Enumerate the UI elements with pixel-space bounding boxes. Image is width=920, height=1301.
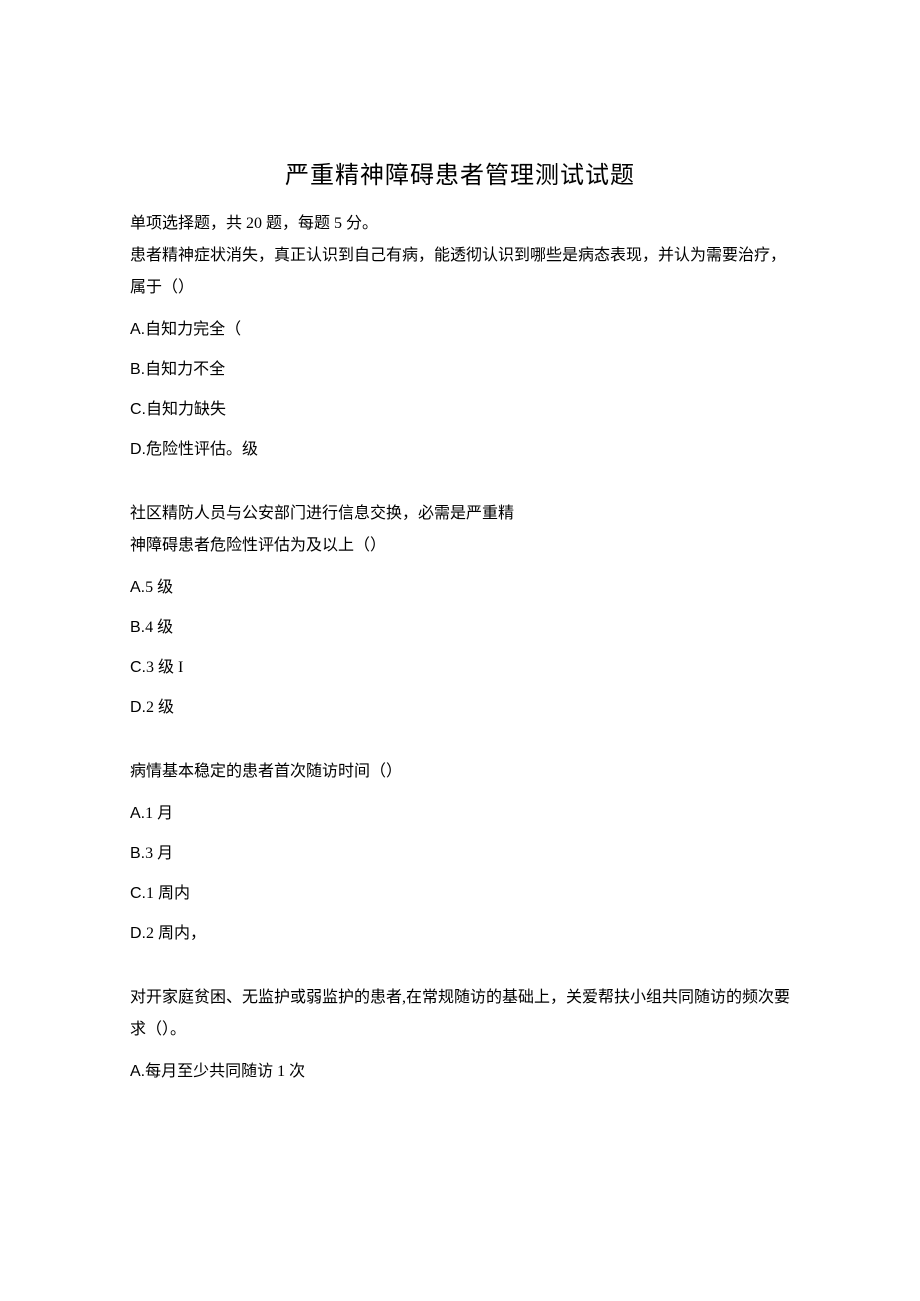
option-text: 1 周内	[146, 885, 190, 902]
options-list: A.自知力完全（ B.自知力不全 C.自知力缺失 D.危险性评估。级	[130, 310, 790, 470]
option-label: B.	[130, 361, 145, 378]
option-c: C.1 周内	[130, 874, 790, 914]
option-label: A.	[130, 579, 145, 596]
question-text-line: 社区精防人员与公安部门进行信息交换，必需是严重精	[130, 498, 790, 530]
question-3: 病情基本稳定的患者首次随访时间（） A.1 月 B.3 月 C.1 周内 D.2…	[130, 756, 790, 954]
question-4: 对开家庭贫困、无监护或弱监护的患者,在常规随访的基础上，关爱帮扶小组共同随访的频…	[130, 982, 790, 1092]
option-text: 1 月	[145, 805, 173, 822]
option-a: A.每月至少共同随访 1 次	[130, 1052, 790, 1092]
question-1: 患者精神症状消失，真正认识到自己有病，能透彻认识到哪些是病态表现，并认为需要治疗…	[130, 240, 790, 470]
option-d: D.危险性评估。级	[130, 430, 790, 470]
option-label: D.	[130, 925, 146, 942]
option-b: B.4 级	[130, 608, 790, 648]
option-label: D.	[130, 441, 146, 458]
option-text: 5 级	[145, 579, 173, 596]
option-b: B.3 月	[130, 834, 790, 874]
question-text-line: 神障碍患者危险性评估为及以上（）	[130, 530, 790, 562]
option-label: A.	[130, 321, 145, 338]
option-text: 危险性评估。级	[146, 441, 258, 458]
option-text: 2 周内，	[146, 925, 206, 942]
options-list: A.1 月 B.3 月 C.1 周内 D.2 周内，	[130, 794, 790, 954]
options-list: A.5 级 B.4 级 C.3 级 I D.2 级	[130, 568, 790, 728]
option-label: C.	[130, 401, 146, 418]
instructions-text: 单项选择题，共 20 题，每题 5 分。	[130, 208, 790, 240]
option-d: D.2 级	[130, 688, 790, 728]
option-text: 自知力缺失	[146, 401, 226, 418]
option-text: 3 级 I	[146, 659, 183, 676]
option-a: A.5 级	[130, 568, 790, 608]
option-text: 每月至少共同随访 1 次	[145, 1063, 305, 1080]
option-text: 3 月	[145, 845, 173, 862]
option-label: C.	[130, 659, 146, 676]
question-text: 对开家庭贫困、无监护或弱监护的患者,在常规随访的基础上，关爱帮扶小组共同随访的频…	[130, 982, 790, 1046]
option-label: B.	[130, 619, 145, 636]
option-label: B.	[130, 845, 145, 862]
question-text: 社区精防人员与公安部门进行信息交换，必需是严重精 神障碍患者危险性评估为及以上（…	[130, 498, 790, 562]
option-text: 2 级	[146, 699, 174, 716]
option-text: 自知力完全（	[145, 321, 241, 338]
option-label: A.	[130, 805, 145, 822]
question-text: 患者精神症状消失，真正认识到自己有病，能透彻认识到哪些是病态表现，并认为需要治疗…	[130, 240, 790, 304]
option-a: A.1 月	[130, 794, 790, 834]
option-d: D.2 周内，	[130, 914, 790, 954]
question-text: 病情基本稳定的患者首次随访时间（）	[130, 756, 790, 788]
option-c: C.3 级 I	[130, 648, 790, 688]
option-text: 4 级	[145, 619, 173, 636]
option-label: C.	[130, 885, 146, 902]
option-a: A.自知力完全（	[130, 310, 790, 350]
options-list: A.每月至少共同随访 1 次	[130, 1052, 790, 1092]
option-label: D.	[130, 699, 146, 716]
option-c: C.自知力缺失	[130, 390, 790, 430]
option-text: 自知力不全	[145, 361, 225, 378]
page-title: 严重精神障碍患者管理测试试题	[130, 155, 790, 190]
option-b: B.自知力不全	[130, 350, 790, 390]
question-2: 社区精防人员与公安部门进行信息交换，必需是严重精 神障碍患者危险性评估为及以上（…	[130, 498, 790, 728]
option-label: A.	[130, 1063, 145, 1080]
